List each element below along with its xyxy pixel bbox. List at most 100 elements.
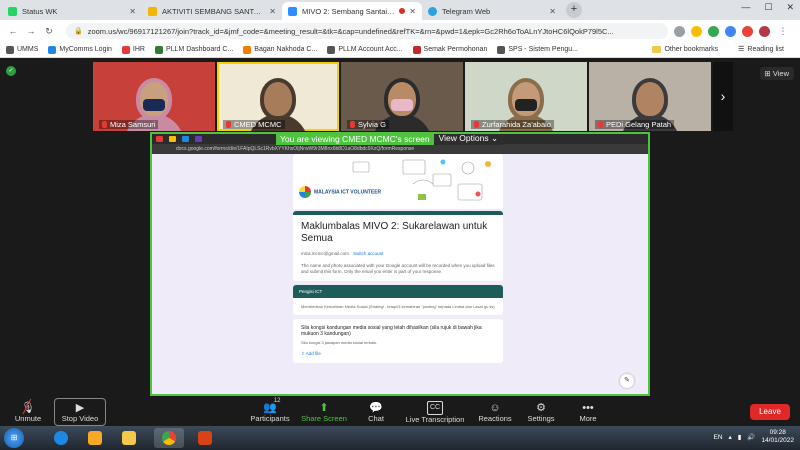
settings-label: Settings: [527, 413, 555, 423]
bookmark-sps[interactable]: SPS - Sistem Pengu...: [497, 45, 578, 54]
encryption-shield-icon[interactable]: ✓: [6, 66, 16, 76]
tab-telegram[interactable]: Telegram Web ✕: [422, 2, 562, 20]
share-icon[interactable]: [674, 25, 685, 37]
leave-button[interactable]: Leave: [750, 404, 790, 420]
minimize-icon[interactable]: —: [741, 2, 750, 13]
participant-name: Sylvia G: [347, 120, 389, 129]
app-glyph: [198, 431, 212, 445]
bookmarks-right: Other bookmarks ☰ Reading list: [652, 45, 794, 53]
clock[interactable]: 09:28 14/01/2022: [761, 429, 794, 445]
bookmark-label: Semak Permohonan: [423, 46, 488, 53]
tab-mivo-zoom[interactable]: MIVO 2: Sembang Santai Ku ✕: [282, 2, 422, 20]
bookmark-icon: [412, 45, 421, 54]
bookmark-icon: [327, 45, 336, 54]
settings-button[interactable]: ⚙ Settings: [524, 398, 558, 426]
extension-icon[interactable]: [725, 25, 736, 37]
tab-status-wk[interactable]: Status WK ✕: [2, 2, 142, 20]
reading-list[interactable]: ☰ Reading list: [738, 45, 784, 54]
participant-tile[interactable]: Zurfarahida Za'abalo: [465, 62, 587, 131]
next-page-arrow-icon[interactable]: ›: [713, 62, 733, 131]
participant-name: PEDi Gelang Patah: [595, 120, 675, 129]
menu-icon[interactable]: ⋮: [776, 26, 790, 37]
view-options-button[interactable]: View Options ⌄: [433, 134, 504, 145]
extension-icon[interactable]: [708, 25, 719, 37]
tab-aktiviti[interactable]: AKTIVITI SEMBANG SANTAI BER ✕: [142, 2, 282, 20]
network-icon[interactable]: ▮: [738, 433, 742, 441]
telegram-icon: [428, 6, 437, 16]
bookmark-icon: [48, 45, 57, 54]
zoom-icon: [288, 6, 297, 16]
chrome-taskbar-icon[interactable]: [154, 428, 184, 448]
participants-count: 12: [273, 398, 281, 404]
ie-glyph: [54, 431, 68, 445]
reload-icon[interactable]: ↻: [42, 26, 56, 37]
switch-account-link[interactable]: Switch account: [353, 251, 383, 256]
windows-taskbar: ⊞ EN ▴ ▮ 🔊 09:28 14/01/2022: [0, 426, 800, 450]
unmute-label: Unmute: [14, 413, 42, 423]
bookmark-pllm-dashboard[interactable]: PLLM Dashboard C...: [154, 45, 233, 54]
live-transcription-button[interactable]: CC Live Transcription: [404, 398, 466, 426]
star-icon[interactable]: [691, 25, 702, 37]
zoom-taskbar-icon[interactable]: [190, 428, 220, 448]
whatsapp-icon: [8, 6, 17, 16]
more-button[interactable]: ••• More: [574, 398, 602, 426]
participant-name: CMED MCMC: [223, 120, 285, 129]
reading-list-icon: ☰: [738, 46, 745, 53]
bookmark-pllm-account[interactable]: PLLM Account Acc...: [327, 45, 403, 54]
language-indicator[interactable]: EN: [713, 434, 722, 441]
chat-icon: 💬: [369, 401, 383, 414]
back-icon[interactable]: ←: [6, 26, 20, 36]
extension-icon[interactable]: [742, 25, 753, 37]
other-bookmarks[interactable]: Other bookmarks: [652, 45, 718, 53]
close-icon[interactable]: ✕: [129, 7, 136, 16]
bookmark-mycomms[interactable]: MyComms Login: [48, 45, 112, 54]
edit-pen-icon[interactable]: ✎: [620, 374, 634, 388]
new-tab-button[interactable]: +: [566, 2, 582, 18]
close-icon[interactable]: ✕: [549, 7, 556, 16]
bookmark-ihr[interactable]: IHR: [121, 45, 145, 54]
start-button-icon[interactable]: ⊞: [4, 428, 24, 448]
close-icon[interactable]: ✕: [409, 7, 416, 16]
bookmark-semak[interactable]: Semak Permohonan: [412, 45, 488, 54]
profile-avatar[interactable]: [759, 25, 770, 37]
tab-favicon: [169, 136, 176, 142]
media-player-icon[interactable]: [80, 428, 110, 448]
mic-muted-icon: [102, 121, 107, 128]
address-bar-row: ← → ↻ 🔒 zoom.us/wc/96917121267/join?trac…: [0, 20, 800, 42]
chrome-glyph: [162, 431, 176, 445]
tab-favicon: [156, 136, 163, 142]
form-notice: The name and photo associated with your …: [301, 263, 495, 274]
mic-muted-icon: [350, 121, 355, 128]
viewing-banner: You are viewing CMED MCMC's screen View …: [276, 134, 504, 145]
unmute-button[interactable]: 🎙 ╱ Unmute: [10, 398, 46, 426]
forward-icon[interactable]: →: [24, 26, 38, 36]
bookmark-umms[interactable]: UMMS: [6, 45, 38, 54]
close-window-icon[interactable]: ✕: [786, 2, 794, 13]
tray-arrow-icon[interactable]: ▴: [729, 433, 732, 441]
volume-icon[interactable]: 🔊: [747, 433, 755, 441]
maximize-icon[interactable]: ☐: [764, 2, 772, 13]
close-icon[interactable]: ✕: [269, 7, 276, 16]
bookmark-label: IHR: [132, 46, 145, 53]
stop-video-button[interactable]: ▶ Stop Video: [54, 398, 106, 426]
clock-time: 09:28: [769, 429, 786, 436]
participants-button[interactable]: 👥 12 Participants: [246, 398, 294, 426]
shared-screen: You are viewing CMED MCMC's screen View …: [150, 132, 650, 396]
url-input[interactable]: 🔒 zoom.us/wc/96917121267/join?track_id=&…: [66, 23, 668, 39]
share-screen-icon: ⬆: [319, 401, 329, 414]
file-explorer-icon[interactable]: [114, 428, 144, 448]
participant-face: [636, 82, 664, 116]
share-screen-button[interactable]: ⬆ Share Screen: [300, 398, 348, 426]
participant-tile[interactable]: Miza Samsuri: [93, 62, 215, 131]
internet-explorer-icon[interactable]: [46, 428, 76, 448]
reactions-button[interactable]: ☺ Reactions: [476, 398, 514, 426]
mic-muted-icon: [226, 121, 231, 128]
participant-tile[interactable]: Sylvia G: [341, 62, 463, 131]
add-file-button[interactable]: ⇪ Add file: [301, 351, 495, 357]
participant-tile[interactable]: PEDi Gelang Patah: [589, 62, 711, 131]
bookmark-bagan-nakhoda[interactable]: Bagan Nakhoda C...: [243, 45, 317, 54]
view-button[interactable]: ⊞ View: [759, 67, 794, 80]
participant-tile[interactable]: CMED MCMC: [217, 62, 339, 131]
more-label: More: [579, 413, 597, 423]
chat-button[interactable]: 💬 Chat: [360, 398, 392, 426]
